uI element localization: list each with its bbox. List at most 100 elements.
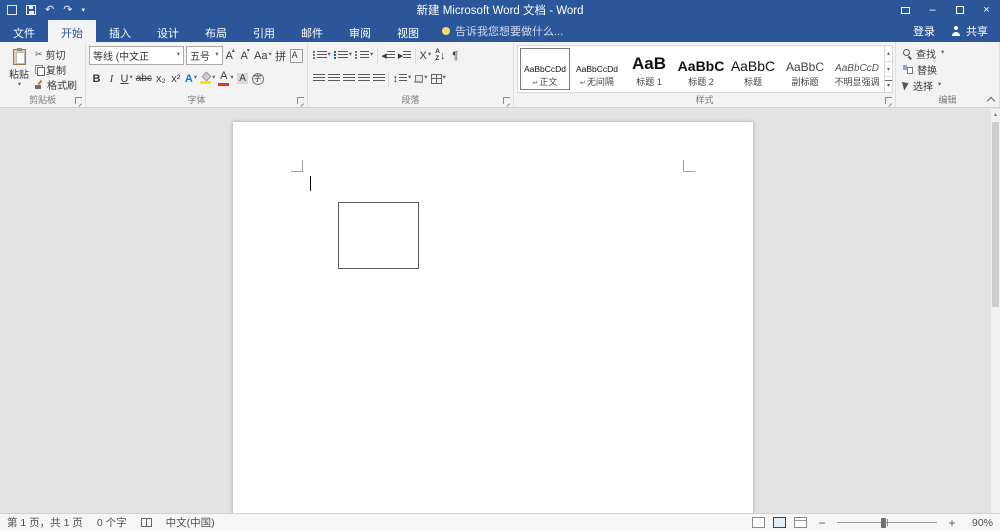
show-hide-marks-button[interactable]: ¶ (448, 46, 463, 65)
maximize-icon[interactable] (946, 0, 973, 20)
font-color-button[interactable]: A▾ (217, 69, 235, 88)
style-title[interactable]: AaBbC 标题 (728, 48, 778, 90)
clipboard-dialog-launcher-icon[interactable] (75, 97, 82, 104)
tab-review[interactable]: 审阅 (336, 20, 384, 42)
strikethrough-button[interactable]: abc (134, 69, 153, 88)
copy-button[interactable]: 复制 (35, 62, 77, 76)
proofing-status-button[interactable] (141, 518, 152, 527)
asian-layout-button[interactable]: X▾ (418, 46, 433, 65)
underline-button[interactable]: U▾ (119, 69, 134, 88)
share-button[interactable]: 共享 (951, 23, 988, 39)
style-heading-1[interactable]: AaB 标题 1 (624, 48, 674, 90)
character-shading-button[interactable]: A (235, 69, 250, 88)
subscript-button[interactable]: x₂ (153, 69, 168, 88)
page-number-status[interactable]: 第 1 页，共 1 页 (7, 515, 83, 530)
tab-file[interactable]: 文件 (0, 20, 48, 42)
web-layout-button[interactable] (794, 517, 807, 528)
scrollbar-thumb[interactable] (992, 122, 999, 307)
tab-view[interactable]: 视图 (384, 20, 432, 42)
close-icon[interactable]: × (973, 0, 1000, 20)
read-mode-button[interactable] (752, 517, 765, 528)
italic-button[interactable]: I (104, 69, 119, 88)
highlight-color-button[interactable]: ▾ (199, 69, 217, 88)
align-right-button[interactable] (341, 69, 356, 88)
styles-dialog-launcher-icon[interactable] (885, 97, 892, 104)
print-layout-button[interactable] (773, 517, 786, 528)
zoom-out-button[interactable]: − (815, 516, 829, 530)
phonetic-guide-button[interactable]: 拼 (273, 46, 288, 65)
rectangle-shape[interactable] (338, 202, 419, 269)
language-status[interactable]: 中文(中国) (166, 515, 215, 530)
select-button[interactable]: 选择 ▾ (899, 78, 996, 93)
styles-more-icon[interactable]: ▾ (885, 77, 892, 92)
superscript-button[interactable]: x² (168, 69, 183, 88)
chevron-down-icon: ▾ (424, 75, 427, 82)
borders-button[interactable]: ▾ (429, 69, 447, 88)
align-center-button[interactable] (326, 69, 341, 88)
ribbon-display-options-icon[interactable] (892, 0, 919, 20)
justify-button[interactable] (356, 69, 371, 88)
style-normal[interactable]: AaBbCcDd ↵正文 (520, 48, 570, 90)
tab-home[interactable]: 开始 (48, 20, 96, 42)
tab-mailings[interactable]: 邮件 (288, 20, 336, 42)
zoom-in-button[interactable]: + (945, 516, 959, 530)
grow-font-button[interactable]: A▴ (223, 46, 238, 65)
paste-button[interactable]: 粘贴 ▾ (3, 45, 35, 93)
tell-me-box[interactable]: 告诉我您想要做什么... (432, 20, 573, 42)
style-heading-2[interactable]: AaBbC 标题 2 (676, 48, 726, 90)
scroll-up-icon[interactable]: ▴ (991, 109, 1000, 120)
replace-button[interactable]: 替换 (899, 62, 996, 77)
cut-button[interactable]: ✂ 剪切 (35, 47, 77, 61)
change-case-button[interactable]: Aa▾ (253, 46, 274, 65)
font-name-select[interactable]: 等线 (中文正 ▾ (89, 46, 184, 65)
word-app-icon[interactable] (7, 5, 17, 15)
format-painter-button[interactable]: 格式刷 (35, 77, 77, 91)
find-button[interactable]: 查找 ▾ (899, 46, 996, 61)
align-left-icon (313, 74, 325, 83)
line-spacing-button[interactable]: ↕▾ (391, 69, 413, 88)
qat-customize-icon[interactable]: ▾ (81, 7, 85, 14)
character-border-glyph: A (290, 49, 303, 63)
zoom-slider[interactable] (837, 517, 937, 529)
character-border-button[interactable]: A (288, 46, 304, 65)
font-size-select[interactable]: 五号 ▾ (186, 46, 223, 65)
text-effects-button[interactable]: A▾ (183, 69, 198, 88)
word-count-status[interactable]: 0 个字 (97, 515, 127, 530)
tab-design[interactable]: 设计 (144, 20, 192, 42)
sign-in-link[interactable]: 登录 (913, 23, 935, 39)
styles-scroll-up-icon[interactable]: ▴ (885, 46, 892, 62)
save-icon[interactable] (26, 5, 36, 15)
bullets-button[interactable]: ▾ (311, 46, 332, 65)
numbering-button[interactable]: ▾ (332, 46, 353, 65)
zoom-slider-thumb[interactable] (881, 518, 886, 528)
undo-icon[interactable]: ↶ (45, 5, 54, 16)
decrease-indent-button[interactable]: ◂ (380, 46, 397, 65)
style-subtle-emphasis[interactable]: AaBbCcD 不明显强调 (832, 48, 882, 90)
paragraph-dialog-launcher-icon[interactable] (503, 97, 510, 104)
style-subtitle[interactable]: AaBbC 副标题 (780, 48, 830, 90)
minimize-icon[interactable]: – (919, 0, 946, 20)
styles-scroll-down-icon[interactable]: ▾ (885, 62, 892, 78)
tab-references[interactable]: 引用 (240, 20, 288, 42)
distribute-button[interactable] (371, 69, 386, 88)
collapse-ribbon-icon[interactable] (987, 96, 994, 103)
multilevel-list-button[interactable]: ▾ (354, 46, 375, 65)
tab-insert[interactable]: 插入 (96, 20, 144, 42)
shading-button[interactable]: ▾ (413, 69, 429, 88)
align-center-icon (328, 74, 340, 83)
font-dialog-launcher-icon[interactable] (297, 97, 304, 104)
zoom-level[interactable]: 90% (967, 517, 993, 529)
redo-icon[interactable]: ↷ (63, 5, 72, 16)
align-left-button[interactable] (311, 69, 326, 88)
document-page[interactable] (233, 122, 753, 513)
bold-button[interactable]: B (89, 69, 104, 88)
style-preview: AaBbCcDd (524, 64, 566, 74)
tab-layout[interactable]: 布局 (192, 20, 240, 42)
sort-button[interactable]: AZ↓ (433, 46, 448, 65)
shrink-font-button[interactable]: A▾ (238, 46, 253, 65)
style-preview: AaBbCcD (835, 63, 879, 74)
vertical-scrollbar[interactable]: ▴ (990, 109, 1000, 513)
increase-indent-button[interactable]: ▸ (396, 46, 413, 65)
enclose-characters-button[interactable]: 字 (250, 69, 265, 88)
style-no-spacing[interactable]: AaBbCcDd ↵无间隔 (572, 48, 622, 90)
